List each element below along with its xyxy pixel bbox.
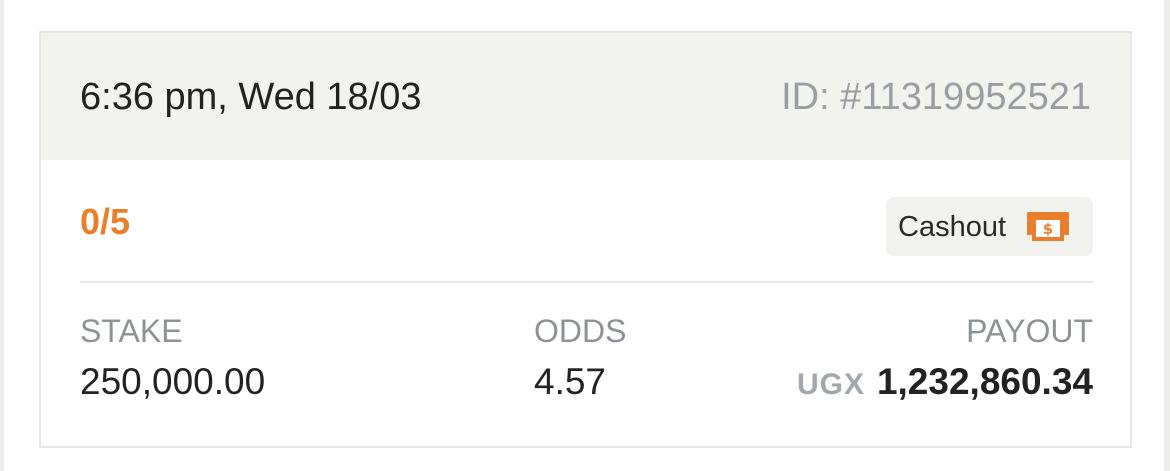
cashout-money-icon: $ [1026, 211, 1070, 243]
left-edge [0, 0, 4, 471]
bet-ticket-page: 6:36 pm, Wed 18/03 ID: #11319952521 0/5 … [0, 0, 1170, 471]
bet-id: ID: #11319952521 [781, 76, 1091, 118]
payout-amount: 1,232,860.34 [876, 361, 1093, 402]
odds-value: 4.57 [534, 361, 607, 402]
svg-text:$: $ [1043, 220, 1053, 238]
bet-card[interactable]: 6:36 pm, Wed 18/03 ID: #11319952521 0/5 … [39, 31, 1132, 448]
payout-value: UGX 1,232,860.34 [797, 361, 1093, 406]
bet-progress: 0/5 [80, 201, 131, 242]
cashout-label: Cashout [898, 210, 1007, 243]
card-divider [80, 281, 1093, 283]
payout-currency: UGX [796, 368, 865, 401]
bet-datetime: 6:36 pm, Wed 18/03 [80, 76, 422, 118]
right-edge [1164, 0, 1170, 471]
payout-label: PAYOUT [966, 313, 1093, 349]
stake-label: STAKE [80, 313, 183, 349]
bet-card-header: 6:36 pm, Wed 18/03 ID: #11319952521 [41, 33, 1130, 160]
odds-label: ODDS [534, 313, 627, 349]
cashout-button[interactable]: Cashout $ [886, 197, 1093, 256]
stake-value: 250,000.00 [80, 361, 266, 402]
